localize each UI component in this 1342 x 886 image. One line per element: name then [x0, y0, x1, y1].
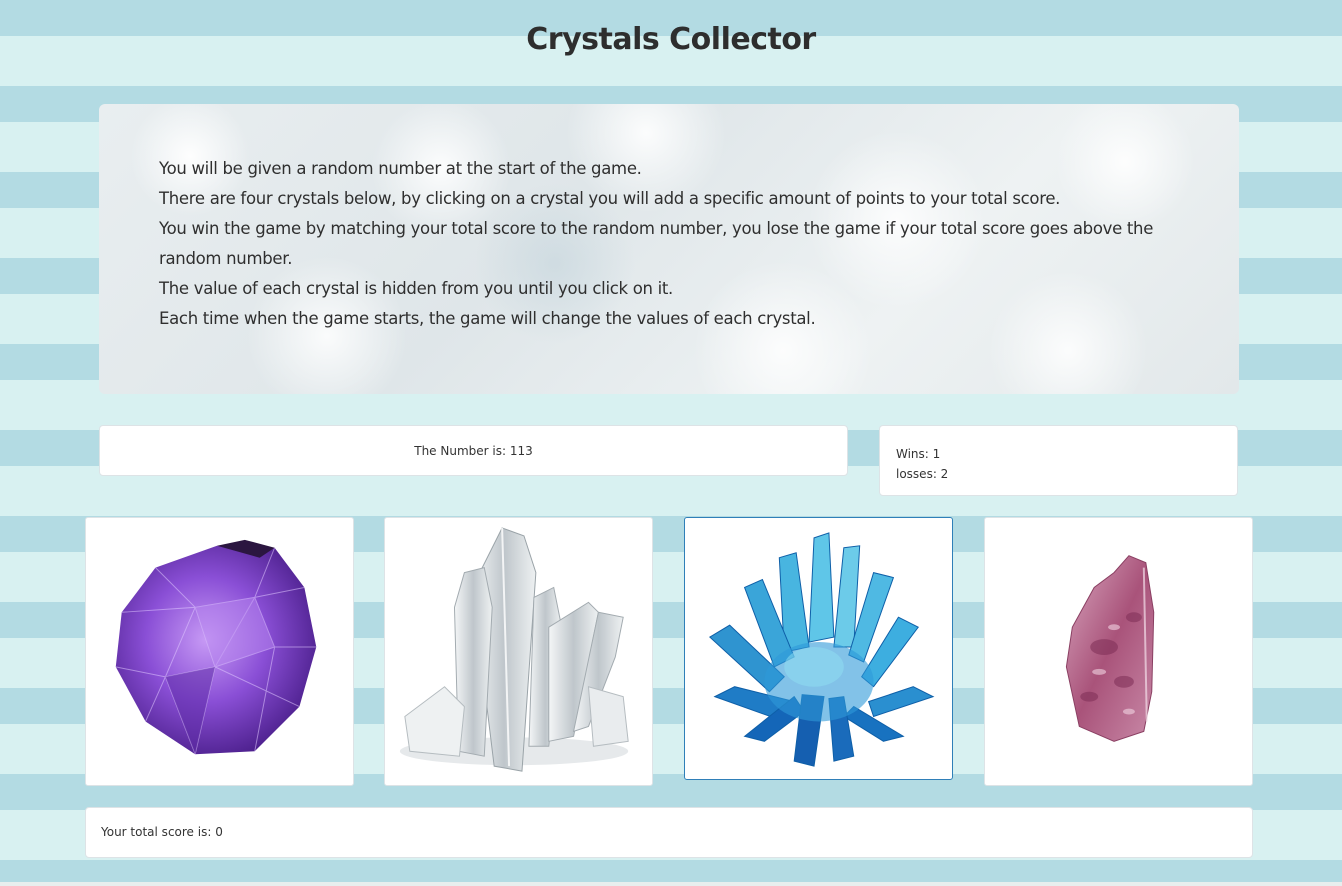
target-number-text: The Number is: 113 [414, 444, 533, 458]
instruction-line: You win the game by matching your total … [159, 219, 1154, 268]
instructions-panel: You will be given a random number at the… [99, 104, 1239, 394]
target-number-panel: The Number is: 113 [99, 425, 848, 476]
instruction-line: Each time when the game starts, the game… [159, 309, 816, 328]
instruction-line: The value of each crystal is hidden from… [159, 279, 673, 298]
instruction-line: You will be given a random number at the… [159, 159, 642, 178]
instruction-line: There are four crystals below, by clicki… [159, 189, 1061, 208]
clear-quartz-crystal-icon [399, 527, 629, 772]
crystal-button-pink[interactable] [984, 517, 1253, 786]
instructions-text: You will be given a random number at the… [159, 154, 1189, 334]
wins-count: Wins: 1 [896, 447, 941, 461]
crystal-button-clear[interactable] [384, 517, 653, 786]
stats-panel: Wins: 1 losses: 2 [879, 425, 1238, 496]
total-score-text: Your total score is: 0 [101, 825, 223, 839]
crystal-button-purple[interactable] [85, 517, 354, 786]
total-score-panel: Your total score is: 0 [85, 807, 1253, 858]
page-title: Crystals Collector [526, 22, 816, 57]
page-bottom-divider [0, 882, 1342, 886]
pink-tourmaline-crystal-icon [1065, 555, 1155, 742]
crystal-button-blue[interactable] [684, 517, 953, 780]
blue-crystal-cluster-icon [709, 532, 935, 767]
losses-count: losses: 2 [896, 467, 949, 481]
purple-amethyst-crystal-icon [115, 539, 317, 755]
